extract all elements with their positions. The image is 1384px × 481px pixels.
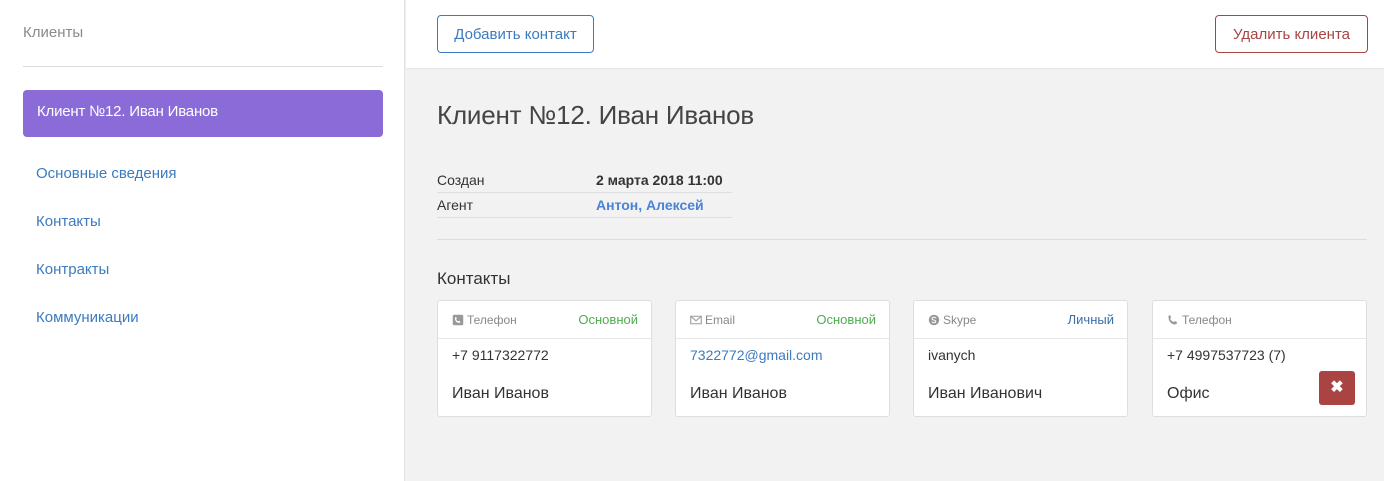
sidebar-divider [23,66,383,67]
page-title: Клиент №12. Иван Иванов [437,100,754,130]
close-icon: ✖ [1330,379,1344,396]
meta-row-agent: Агент Антон, Алексей [437,193,732,218]
contact-type: Skype [943,312,977,327]
contact-type: Телефон [1182,312,1232,327]
contact-card-header: Email Основной [676,301,889,339]
sidebar-item-communications[interactable]: Коммуникации [36,308,177,356]
contact-card-header: Телефон Основной [438,301,651,339]
contact-email-link[interactable]: 7322772@gmail.com [690,347,823,363]
contact-value: +7 4997537723 (7) [1167,347,1286,363]
contact-card: Email Основной 7322772@gmail.com Иван Ив… [675,300,890,417]
contact-tag: Основной [578,312,638,327]
contact-name: Иван Иванов [452,385,549,402]
contact-card: Телефон Основной +7 9117322772 Иван Иван… [437,300,652,417]
contact-name: Иван Иванов [690,385,787,402]
contact-card: Телефон +7 4997537723 (7) Офис ✖ [1152,300,1367,417]
meta-row-created: Создан 2 марта 2018 11:00 [437,168,732,193]
contacts-section-title: Контакты [437,269,511,288]
contact-card-header: Телефон [1153,301,1366,339]
agent-label: Агент [437,197,474,213]
section-divider [437,239,1367,240]
sidebar-item-contracts[interactable]: Контракты [36,260,177,308]
agent-link-anton[interactable]: Антон [596,197,638,213]
sidebar: Клиенты Клиент №12. Иван Иванов Основные… [0,0,405,481]
contact-name: Иван Иванович [928,385,1043,402]
client-meta: Создан 2 марта 2018 11:00 Агент Антон, А… [437,168,732,218]
agent-separator: , [638,197,643,213]
sidebar-active-client[interactable]: Клиент №12. Иван Иванов [23,90,383,137]
sidebar-title: Клиенты [23,24,84,41]
contact-tag: Основной [816,312,876,327]
contact-value: ivanych [928,347,976,363]
contact-name: Офис [1167,385,1210,402]
phone-icon [1168,314,1178,324]
contact-type: Телефон [467,312,517,327]
phone-icon [452,314,464,325]
envelope-icon [690,315,702,324]
contact-card: Skype Личный ivanych Иван Иванович [913,300,1128,417]
contact-card-header: Skype Личный [914,301,1127,339]
agent-link-aleksey[interactable]: Алексей [646,197,704,213]
contact-value: +7 9117322772 [452,347,549,363]
add-contact-button[interactable]: Добавить контакт [437,15,594,53]
sidebar-item-basic-info[interactable]: Основные сведения [36,164,177,212]
sidebar-nav: Основные сведения Контакты Контракты Ком… [36,164,177,356]
created-label: Создан [437,172,485,188]
top-toolbar: Добавить контакт Удалить клиента [406,0,1384,68]
delete-client-button[interactable]: Удалить клиента [1215,15,1368,53]
remove-contact-button[interactable]: ✖ [1319,371,1355,405]
contact-tag: Личный [1067,312,1114,327]
contact-type: Email [705,312,736,327]
skype-icon [928,314,940,325]
created-value: 2 марта 2018 11:00 [596,172,723,188]
sidebar-item-contacts[interactable]: Контакты [36,212,177,260]
